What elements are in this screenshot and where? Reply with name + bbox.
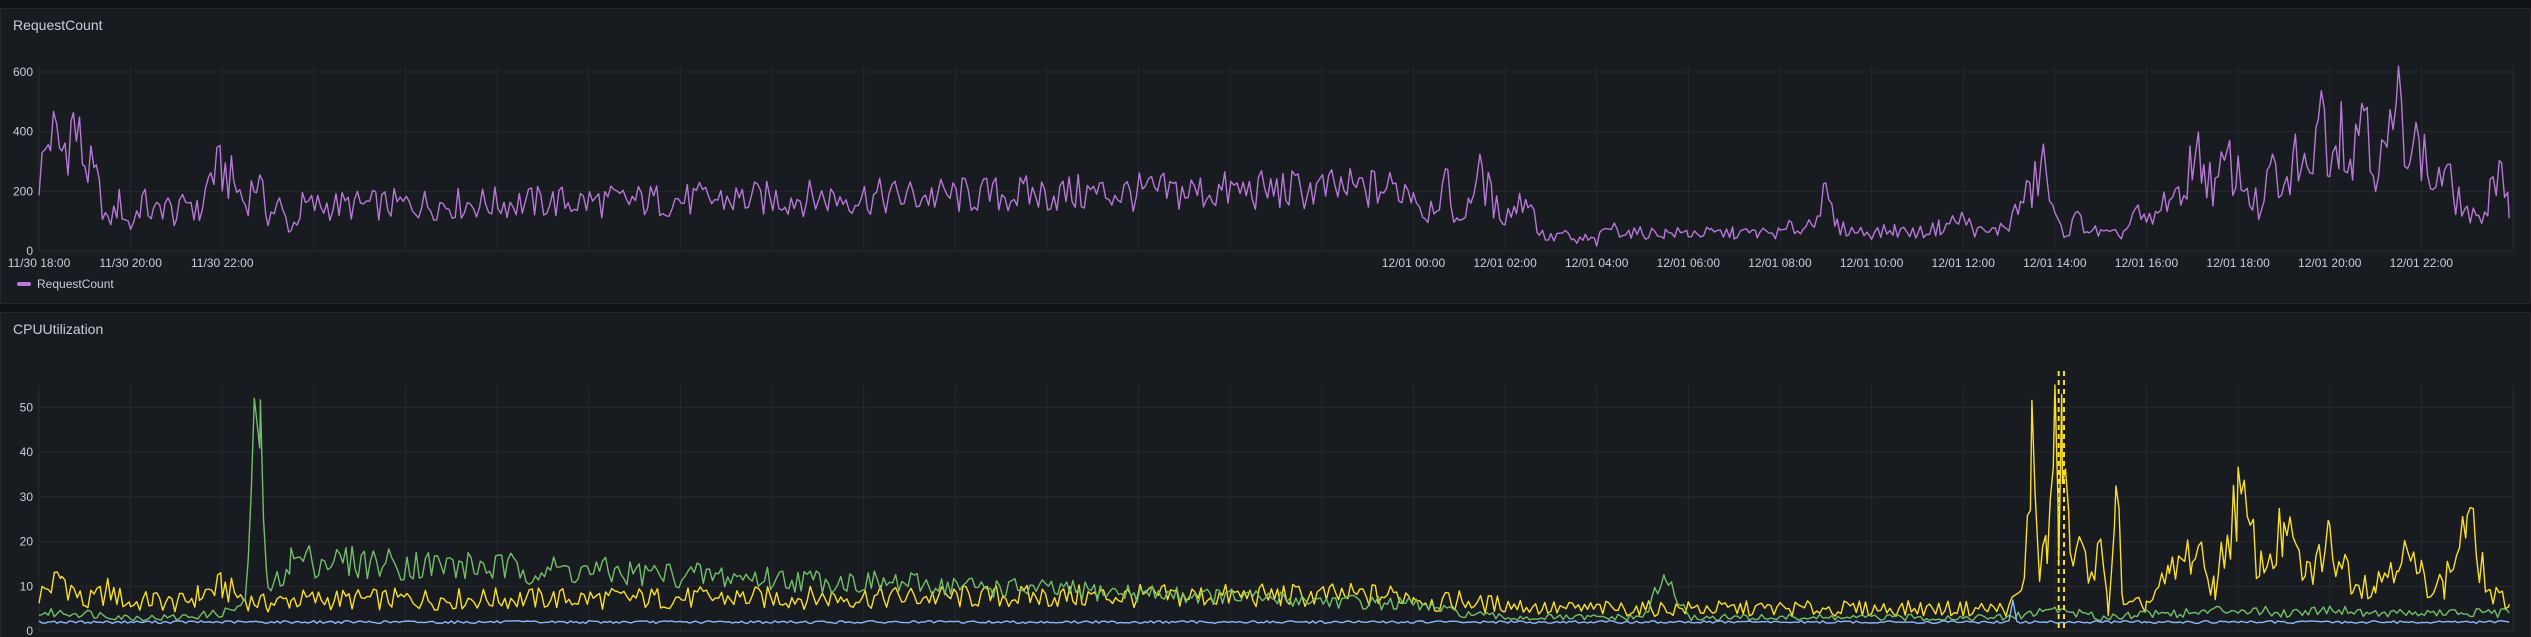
- y-tick-label: 400: [13, 125, 33, 139]
- x-tick-label: 12/01 18:00: [2206, 256, 2270, 270]
- series-line: [38, 65, 2510, 247]
- y-tick-label: 30: [20, 490, 34, 504]
- x-tick-label: 12/01 08:00: [1748, 256, 1812, 270]
- legend-label: RequestCount: [37, 277, 114, 291]
- y-tick-label: 40: [20, 445, 34, 459]
- y-tick-label: 50: [20, 400, 34, 414]
- x-axis-ticks: 11/30 18:00 11/30 20:00 11/30 22:00 12/01 0…: [8, 256, 2454, 270]
- cpu-utilization-chart: 0 10 20 30 40 50: [20, 371, 2514, 637]
- x-tick-label: 12/01 20:00: [2298, 256, 2362, 270]
- series-line: [38, 384, 2510, 618]
- y-tick-label: 0: [26, 624, 33, 637]
- y-tick-label: 200: [13, 184, 33, 198]
- chart-grid: [38, 66, 2514, 252]
- x-tick-label: 12/01 04:00: [1565, 256, 1629, 270]
- series-line: [38, 599, 2510, 625]
- series-group: [38, 384, 2510, 625]
- request-count-panel: RequestCount 0 200 400 600 11/30 18:00 11/30…: [0, 8, 2531, 304]
- x-tick-label: 12/01 22:00: [2390, 256, 2454, 270]
- y-axis-ticks: 0200400600: [13, 65, 33, 258]
- x-tick-label: 12/01 00:00: [1382, 256, 1446, 270]
- x-tick-label: 12/01 02:00: [1473, 256, 1537, 270]
- x-tick-label: 12/01 06:00: [1657, 256, 1721, 270]
- legend[interactable]: RequestCount: [17, 277, 114, 291]
- y-tick-label: 10: [20, 579, 34, 593]
- x-tick-label: 11/30 18:00: [8, 256, 71, 270]
- request-count-chart: 0200400600 11/30 18:00 11/30 20:00 11/30 2…: [8, 65, 2514, 270]
- y-tick-label: 20: [20, 535, 34, 549]
- x-tick-label: 12/01 16:00: [2115, 256, 2179, 270]
- dashboard: RequestCount 0 200 400 600 11/30 18:00 11/30…: [0, 0, 2531, 637]
- series-group: [38, 65, 2510, 247]
- y-axis-ticks: 0 10 20 30 40 50: [20, 400, 34, 637]
- x-tick-label: 11/30 20:00: [99, 256, 162, 270]
- x-tick-label: 12/01 10:00: [1840, 256, 1904, 270]
- x-tick-label: 11/30 22:00: [191, 256, 254, 270]
- y-tick-label: 600: [13, 65, 33, 79]
- x-tick-label: 12/01 12:00: [1932, 256, 1996, 270]
- cpu-utilization-panel: CPUUtilization 0 10 20 30 40 50: [0, 312, 2531, 637]
- legend-swatch: [17, 282, 31, 286]
- x-tick-label: 12/01 14:00: [2023, 256, 2087, 270]
- series-line: [38, 397, 2510, 622]
